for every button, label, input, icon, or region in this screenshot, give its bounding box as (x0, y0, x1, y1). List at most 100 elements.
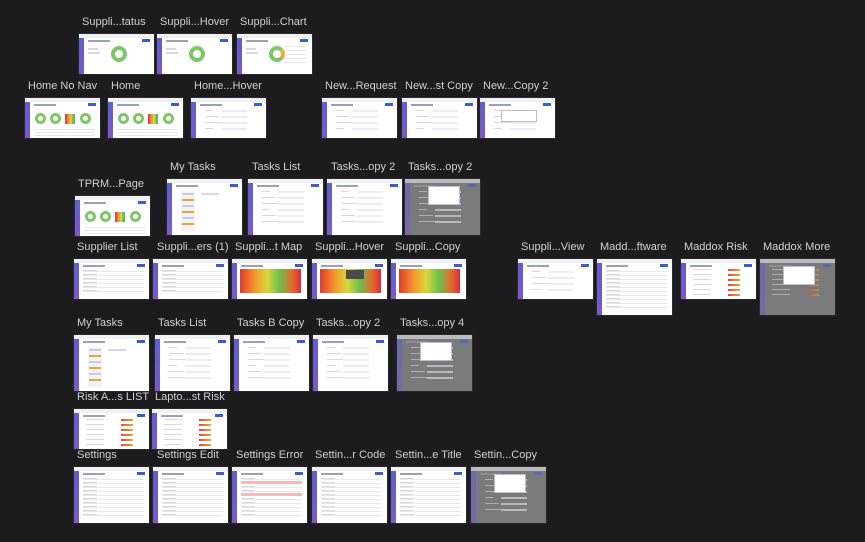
artboard-thumbnail[interactable] (232, 259, 307, 299)
artboard-label[interactable]: Settin...e Title (395, 449, 462, 462)
artboard-label[interactable]: My Tasks (77, 317, 123, 330)
artboard-thumbnail[interactable] (402, 98, 477, 138)
artboard-thumbnail[interactable] (322, 98, 397, 138)
artboard-label[interactable]: Maddox Risk (684, 241, 748, 254)
primary-button (660, 264, 668, 267)
top-bar (74, 259, 149, 263)
artboard-label[interactable]: Maddox More (763, 241, 830, 254)
artboard-thumbnail[interactable] (405, 179, 480, 235)
artboard-label[interactable]: Lapto...st Risk (155, 391, 225, 404)
artboard-label[interactable]: Suppli...Hover (315, 241, 384, 254)
top-bar (480, 98, 555, 102)
artboard-thumbnail[interactable] (480, 98, 555, 138)
artboard-label[interactable]: TPRM...Page (78, 178, 144, 191)
artboard-thumbnail[interactable] (79, 34, 154, 74)
artboard-label[interactable]: Suppli...View (521, 241, 584, 254)
top-bar (327, 179, 402, 183)
artboard-thumbnail[interactable] (391, 259, 466, 299)
artboard-label[interactable]: Tasks List (252, 161, 300, 174)
artboard-thumbnail[interactable] (760, 259, 835, 315)
artboard-label[interactable]: New...st Copy (405, 80, 473, 93)
artboard-thumbnail[interactable] (108, 98, 183, 138)
artboard-thumbnail[interactable] (391, 467, 466, 523)
artboard-thumbnail[interactable] (152, 409, 227, 449)
artboard-thumbnail[interactable] (74, 259, 149, 299)
artboard-thumbnail[interactable] (518, 259, 593, 299)
artboard-label[interactable]: Suppli...t Map (235, 241, 302, 254)
nav-sidebar (74, 335, 79, 391)
primary-button (216, 264, 224, 267)
artboard-thumbnail[interactable] (327, 179, 402, 235)
artboard-thumbnail[interactable] (237, 34, 312, 74)
artboard-thumbnail[interactable] (232, 467, 307, 523)
artboard-thumbnail[interactable] (74, 467, 149, 523)
artboard-label[interactable]: Madd...ftware (600, 241, 667, 254)
artboard-thumbnail[interactable] (397, 335, 472, 391)
artboard-label[interactable]: New...Copy 2 (483, 80, 548, 93)
artboard-label[interactable]: Settings (77, 449, 117, 462)
artboard-thumbnail[interactable] (597, 259, 672, 315)
dialog-overlay (427, 185, 460, 205)
nav-sidebar (74, 259, 79, 299)
artboard-thumbnail[interactable] (234, 335, 309, 391)
artboard-thumbnail[interactable] (248, 179, 323, 235)
artboard-label[interactable]: Tasks B Copy (237, 317, 304, 330)
artboard-label[interactable]: Suppli...Copy (395, 241, 460, 254)
artboard-thumbnail[interactable] (313, 335, 388, 391)
artboard-label[interactable]: Home No Nav (28, 80, 97, 93)
artboard-label[interactable]: Home...Hover (194, 80, 262, 93)
primary-button (581, 264, 589, 267)
artboard-thumbnail[interactable] (153, 259, 228, 299)
nav-sidebar (760, 259, 765, 315)
artboard-thumbnail[interactable] (191, 98, 266, 138)
artboard-label[interactable]: Suppli...tatus (82, 16, 146, 29)
artboard-label[interactable]: Tasks...opy 4 (400, 317, 464, 330)
artboard-thumbnail[interactable] (153, 467, 228, 523)
artboard-label[interactable]: Tasks...opy 2 (408, 161, 472, 174)
artboard-label[interactable]: Suppli...ers (1) (157, 241, 229, 254)
primary-button (142, 39, 150, 42)
artboard-label[interactable]: Tasks List (158, 317, 206, 330)
primary-button (300, 39, 308, 42)
artboard-label[interactable]: Settin...Copy (474, 449, 537, 462)
artboard-label[interactable]: Settin...r Code (315, 449, 385, 462)
primary-button (543, 103, 551, 106)
artboard-label[interactable]: Supplier List (77, 241, 138, 254)
artboard-label[interactable]: Settings Error (236, 449, 303, 462)
primary-button (460, 340, 468, 343)
nav-sidebar (391, 467, 396, 523)
top-bar (232, 467, 307, 471)
primary-button (534, 472, 542, 475)
nav-sidebar (480, 98, 485, 138)
artboard-thumbnail[interactable] (25, 98, 100, 138)
artboard-label[interactable]: Settings Edit (157, 449, 219, 462)
artboard-label[interactable]: Home (111, 80, 140, 93)
primary-button (311, 184, 319, 187)
artboard-thumbnail[interactable] (155, 335, 230, 391)
artboard-label[interactable]: New...Request (325, 80, 397, 93)
artboard-thumbnail[interactable] (74, 409, 149, 449)
top-bar (157, 34, 232, 38)
artboard-thumbnail[interactable] (157, 34, 232, 74)
nav-sidebar (25, 98, 30, 138)
artboard-thumbnail[interactable] (681, 259, 756, 299)
top-bar (391, 259, 466, 263)
top-bar (75, 196, 150, 200)
artboard-thumbnail[interactable] (75, 196, 150, 236)
donut-chart (110, 46, 127, 62)
dialog-overlay (782, 265, 815, 285)
artboard-thumbnail[interactable] (312, 259, 387, 299)
artboard-thumbnail[interactable] (74, 335, 149, 391)
artboard-thumbnail[interactable] (312, 467, 387, 523)
top-bar (25, 98, 100, 102)
artboard-label[interactable]: Suppli...Chart (240, 16, 307, 29)
artboard-thumbnail[interactable] (167, 179, 242, 235)
artboard-label[interactable]: Tasks...opy 2 (316, 317, 380, 330)
top-bar (322, 98, 397, 102)
artboard-label[interactable]: Risk A...s LIST (77, 391, 149, 404)
artboard-label[interactable]: Suppli...Hover (160, 16, 229, 29)
artboard-label[interactable]: My Tasks (170, 161, 216, 174)
nav-sidebar (248, 179, 253, 235)
artboard-thumbnail[interactable] (471, 467, 546, 523)
artboard-label[interactable]: Tasks...opy 2 (331, 161, 395, 174)
